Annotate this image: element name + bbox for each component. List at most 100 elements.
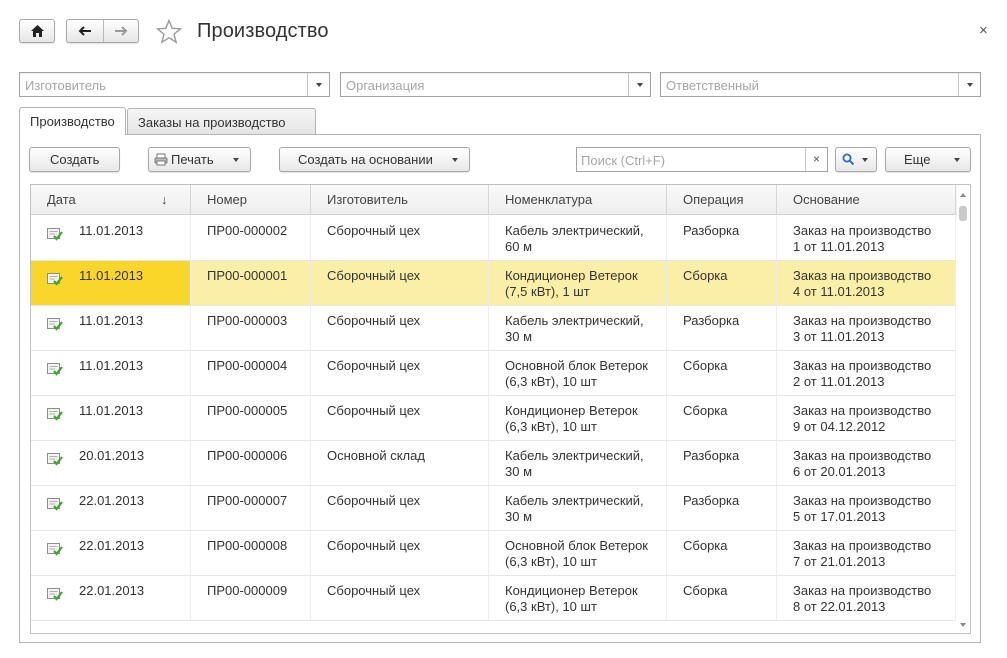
create-button[interactable]: Создать [29, 147, 120, 172]
organization-filter-dropdown[interactable] [628, 73, 650, 96]
cell-date-text: 20.01.2013 [79, 448, 145, 463]
cell-date: 11.01.2013 [31, 351, 191, 395]
cell-operation-text: Сборка [683, 268, 728, 283]
posted-document-icon [47, 453, 63, 466]
cell-date-text: 11.01.2013 [79, 358, 144, 373]
cell-item: Кондиционер Ветерок (6,3 кВт), 10 шт [489, 576, 667, 620]
cell-number: ПР00-000002 [191, 216, 311, 260]
table-row[interactable]: 11.01.2013 ПР00-000001 Сборочный цех Кондиц… [31, 261, 956, 306]
cell-maker-text: Сборочный цех [327, 313, 421, 328]
table-row[interactable]: 11.01.2013 ПР00-000005 Сборочный цех Кондиц… [31, 396, 956, 441]
table-row[interactable]: 11.01.2013 ПР00-000003 Сборочный цех Кабель… [31, 306, 956, 351]
cell-date-text: 11.01.2013 [79, 268, 144, 283]
cell-item-line-2: (6,3 кВт), 10 шт [505, 419, 597, 434]
scroll-up-icon[interactable] [960, 193, 966, 197]
column-header-maker[interactable]: Изготовитель [311, 185, 489, 215]
cell-item-line-2: 30 м [505, 464, 533, 479]
posted-document-icon [47, 588, 63, 601]
forward-button[interactable] [102, 20, 139, 42]
magnifier-icon [842, 153, 855, 166]
create-based-on-button[interactable]: Создать на основании [279, 147, 470, 172]
cell-basis: Заказ на производство 5 от 17.01.2013 [777, 486, 956, 530]
table-row[interactable]: 22.01.2013 ПР00-000008 Сборочный цех Основн… [31, 531, 956, 576]
cell-basis: Заказ на производство 8 от 22.01.2013 [777, 576, 956, 620]
cell-basis-line-1: Заказ на производство [793, 358, 932, 373]
maker-filter-dropdown[interactable] [307, 73, 329, 96]
tab-production[interactable]: Производство [19, 107, 126, 135]
cell-number-text: ПР00-000008 [207, 538, 288, 553]
cell-maker-text: Сборочный цех [327, 358, 421, 373]
scroll-down-icon[interactable] [960, 623, 966, 627]
table-row[interactable]: 22.01.2013 ПР00-000009 Сборочный цех Кондиц… [31, 576, 956, 621]
more-button-label: Еще [904, 152, 931, 167]
cell-item-line-2: (6,3 кВт), 10 шт [505, 599, 597, 614]
cell-operation: Разборка [667, 306, 777, 350]
cell-date: 11.01.2013 [31, 261, 191, 305]
cell-date: 22.01.2013 [31, 576, 191, 620]
posted-document-icon [47, 498, 63, 511]
search-options-button[interactable] [835, 147, 877, 172]
documents-table: Дата ↓ Номер Изготовитель Номенклатура О… [30, 184, 971, 634]
cell-date: 11.01.2013 [31, 306, 191, 350]
table-row[interactable]: 22.01.2013 ПР00-000007 Сборочный цех Кабель… [31, 486, 956, 531]
cell-basis-line-2: 7 от 21.01.2013 [793, 554, 886, 569]
search-input[interactable]: Поиск (Ctrl+F) × [576, 147, 828, 172]
cell-basis-line-1: Заказ на производство [793, 268, 932, 283]
home-button[interactable] [19, 19, 55, 43]
column-header-number[interactable]: Номер [191, 185, 311, 215]
tab-production-orders[interactable]: Заказы на производство [127, 108, 316, 134]
scroll-thumb[interactable] [959, 206, 967, 221]
cell-operation-text: Разборка [683, 493, 740, 508]
organization-filter[interactable]: Организация [340, 72, 651, 97]
column-header-operation[interactable]: Операция [667, 185, 777, 215]
cell-number-text: ПР00-000005 [207, 403, 288, 418]
cell-date-text: 22.01.2013 [79, 583, 145, 598]
cell-date-text: 11.01.2013 [79, 313, 144, 328]
cell-item-line-2: 30 м [505, 509, 533, 524]
tab-panel: Создать Печать Создать на основании Поис… [19, 134, 981, 643]
cell-number: ПР00-000009 [191, 576, 311, 620]
column-header-basis[interactable]: Основание [777, 185, 956, 215]
cell-item: Кондиционер Ветерок (6,3 кВт), 10 шт [489, 396, 667, 440]
column-header-item[interactable]: Номенклатура [489, 185, 667, 215]
print-button[interactable]: Печать [148, 147, 251, 172]
responsible-filter[interactable]: Ответственный [660, 72, 981, 97]
star-icon[interactable] [156, 19, 182, 44]
back-button[interactable] [67, 20, 103, 42]
table-row[interactable]: 11.01.2013 ПР00-000002 Сборочный цех Кабель… [31, 216, 956, 261]
cell-basis: Заказ на производство 9 от 04.12.2012 [777, 396, 956, 440]
posted-document-icon [47, 318, 63, 331]
cell-maker-text: Сборочный цех [327, 223, 421, 238]
cell-operation: Сборка [667, 351, 777, 395]
close-icon[interactable]: × [979, 22, 988, 39]
responsible-filter-dropdown[interactable] [958, 73, 980, 96]
vertical-scrollbar[interactable] [957, 185, 970, 633]
cell-number-text: ПР00-000004 [207, 358, 288, 373]
cell-item-line-1: Основной блок Ветерок [505, 538, 648, 553]
cell-maker: Сборочный цех [311, 396, 489, 440]
cell-basis-line-2: 8 от 22.01.2013 [793, 599, 886, 614]
table-row[interactable]: 11.01.2013 ПР00-000004 Сборочный цех Основн… [31, 351, 956, 396]
cell-maker-text: Основной склад [327, 448, 425, 463]
table-header: Дата ↓ Номер Изготовитель Номенклатура О… [31, 185, 970, 215]
cell-maker: Сборочный цех [311, 351, 489, 395]
maker-filter[interactable]: Изготовитель [19, 72, 330, 97]
page-title: Производство [197, 20, 329, 42]
table-row[interactable]: 20.01.2013 ПР00-000006 Основной склад Кабел… [31, 441, 956, 486]
cell-basis-line-2: 9 от 04.12.2012 [793, 419, 886, 434]
cell-operation-text: Разборка [683, 448, 740, 463]
more-button[interactable]: Еще [885, 147, 971, 172]
posted-document-icon [47, 228, 63, 241]
cell-item-line-2: (7,5 кВт), 1 шт [505, 284, 590, 299]
posted-document-icon [47, 273, 63, 286]
chevron-down-icon [862, 158, 868, 162]
cell-basis-line-2: 3 от 11.01.2013 [793, 329, 885, 344]
cell-item-line-1: Кондиционер Ветерок [505, 268, 638, 283]
cell-operation: Сборка [667, 576, 777, 620]
clear-search-icon[interactable]: × [805, 148, 827, 171]
cell-date-text: 11.01.2013 [79, 403, 144, 418]
cell-operation-text: Сборка [683, 538, 728, 553]
chevron-down-icon [966, 82, 973, 87]
cell-basis: Заказ на производство 1 от 11.01.2013 [777, 216, 956, 260]
cell-item: Кабель электрический, 60 м [489, 216, 667, 260]
